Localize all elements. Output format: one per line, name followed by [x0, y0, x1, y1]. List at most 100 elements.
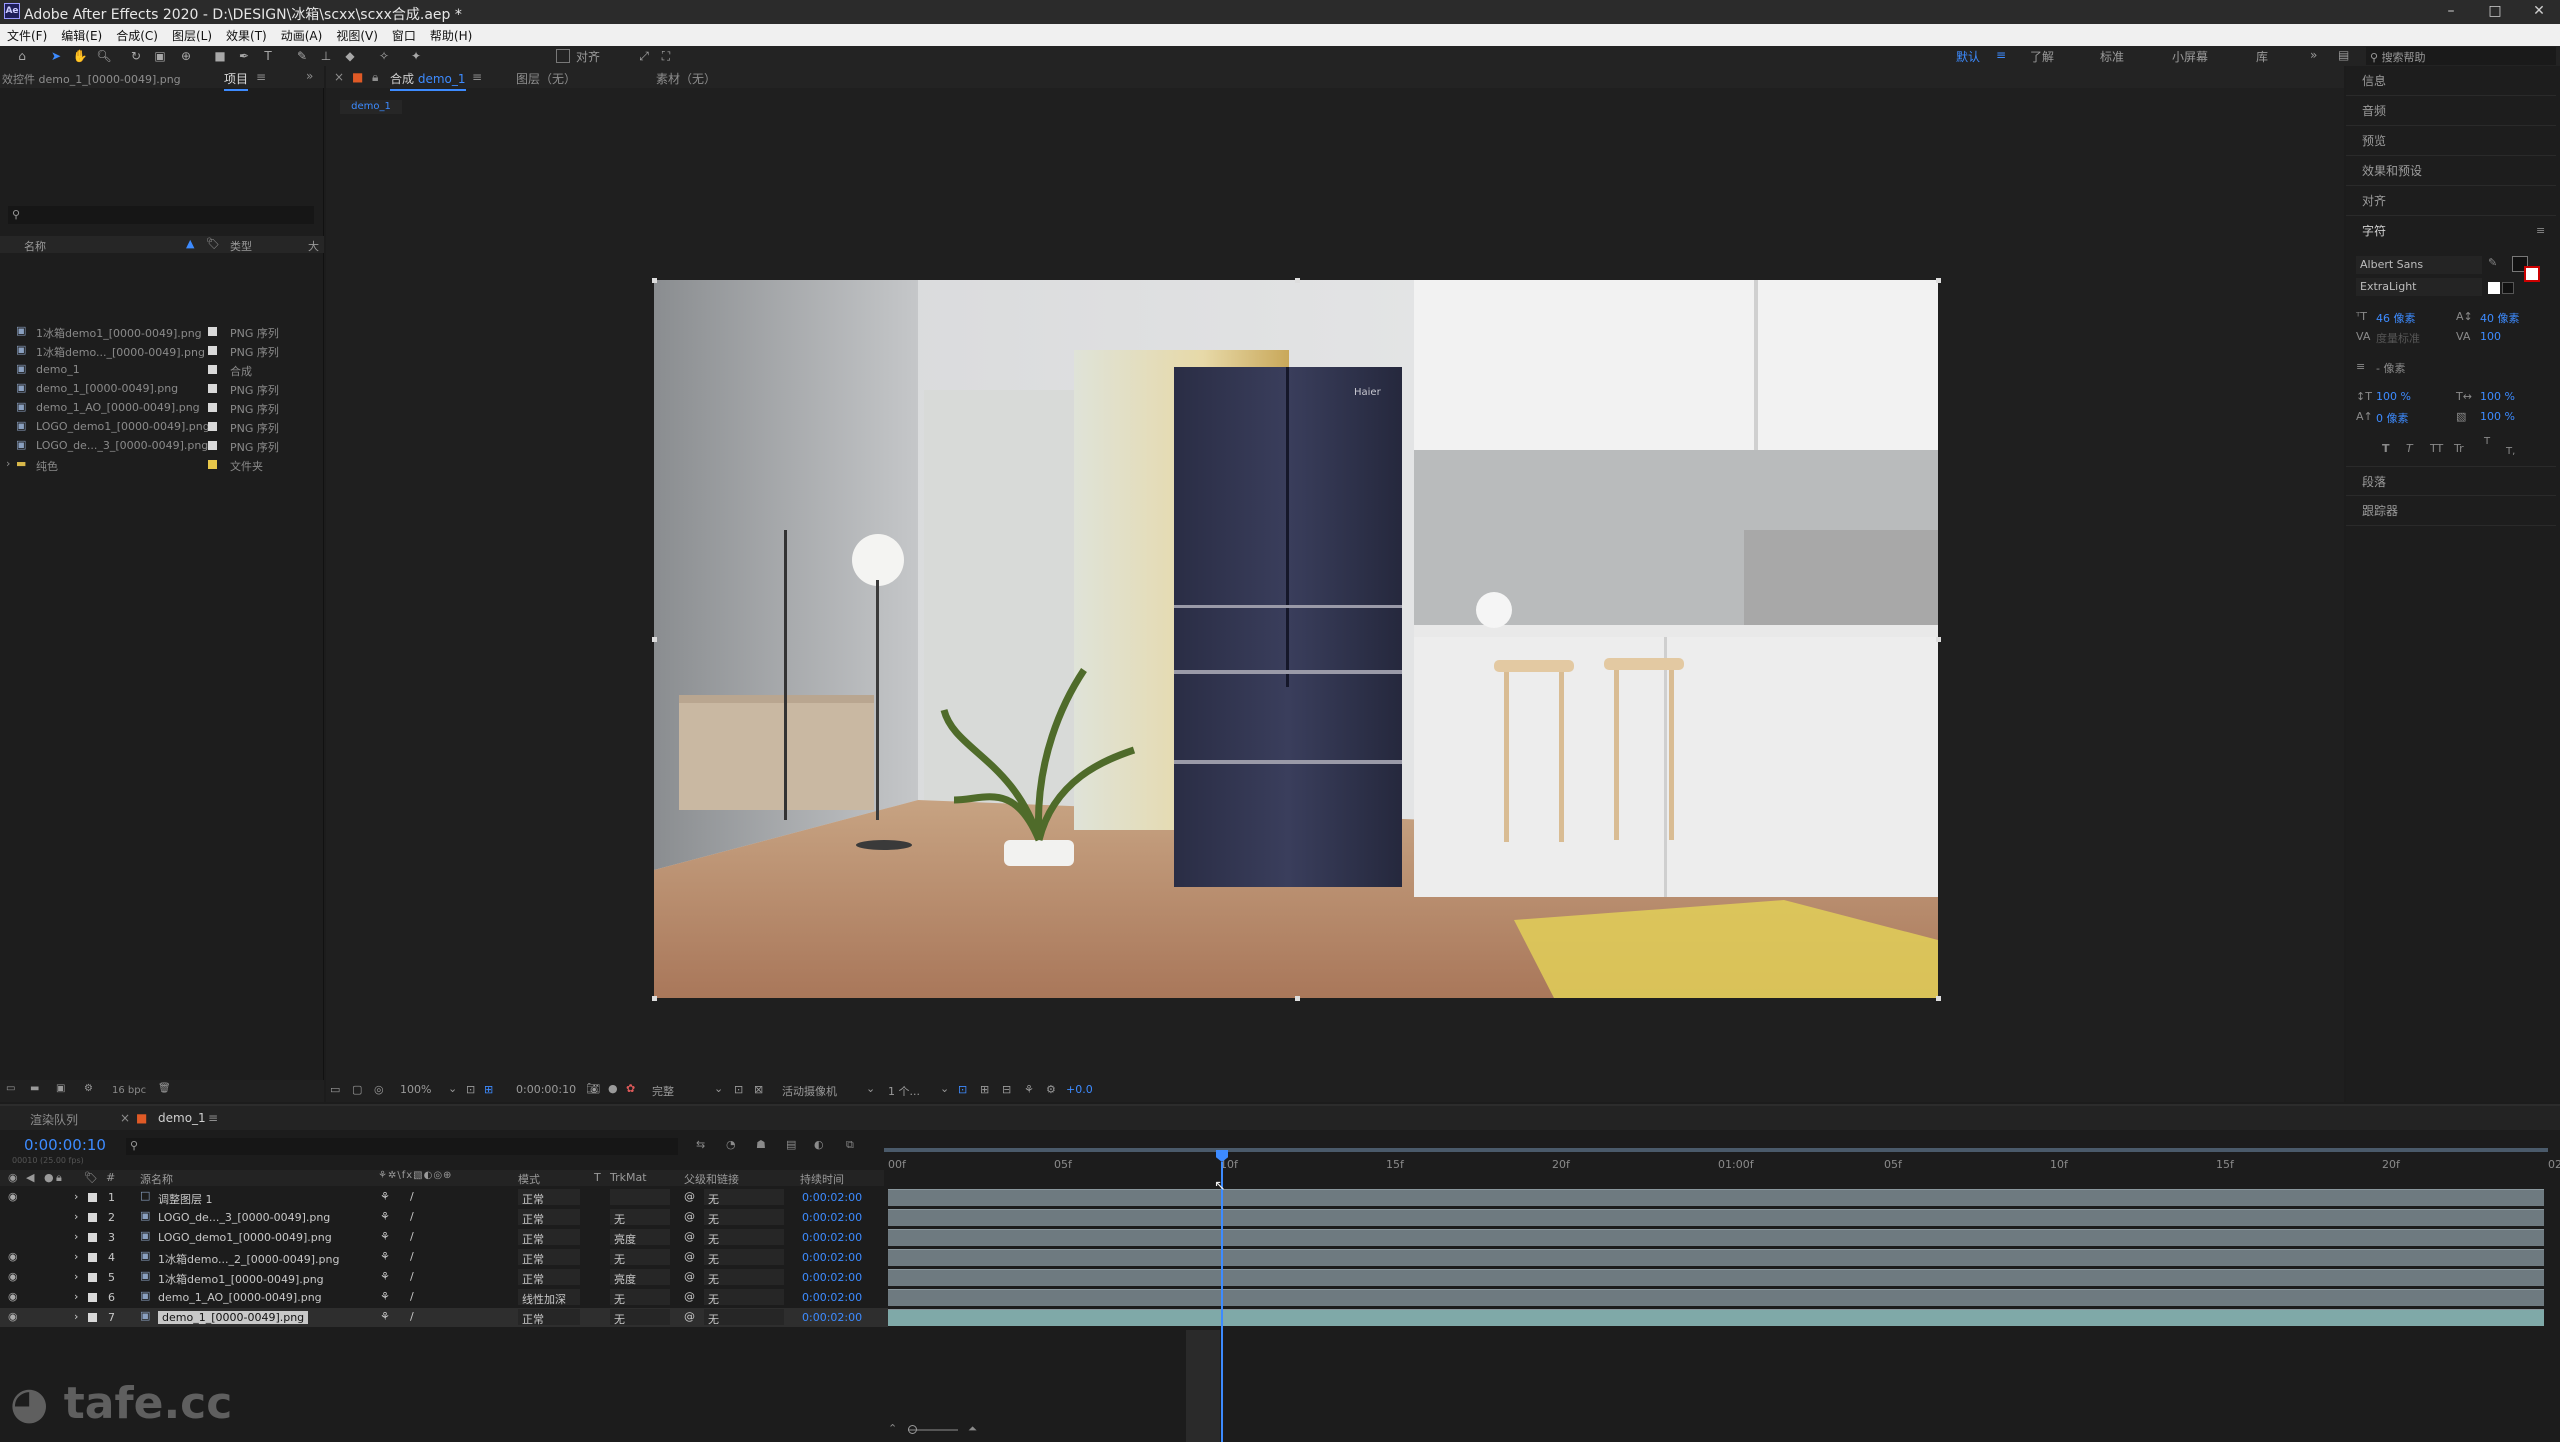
- blend-mode-dropdown[interactable]: 正常: [518, 1309, 580, 1326]
- rectangle-tool-icon[interactable]: ■: [212, 48, 228, 64]
- track-matte-dropdown[interactable]: 亮度: [610, 1229, 670, 1246]
- vertical-scale-value[interactable]: 100 %: [2376, 390, 2411, 403]
- expand-arrow-icon[interactable]: ›: [74, 1310, 78, 1323]
- layer-duration-bar[interactable]: [888, 1289, 2544, 1306]
- motion-blur-icon[interactable]: ◐: [814, 1138, 824, 1151]
- column-mode[interactable]: 模式: [518, 1171, 540, 1187]
- workspace-menu-icon[interactable]: ≡: [1996, 48, 2006, 62]
- project-item[interactable]: ▣ demo_1_AO_[0000-0049].png PNG 序列: [0, 398, 324, 417]
- project-tab[interactable]: 项目: [224, 70, 249, 91]
- channel-icon[interactable]: ✿: [626, 1082, 635, 1095]
- blend-mode-dropdown[interactable]: 正常: [518, 1189, 580, 1206]
- workspace-small-screen[interactable]: 小屏幕: [2172, 48, 2208, 65]
- canvas-handle[interactable]: [652, 996, 657, 1001]
- duration-value[interactable]: 0:00:02:00: [802, 1191, 862, 1204]
- layer-name[interactable]: LOGO_de..._3_[0000-0049].png: [158, 1211, 330, 1224]
- audio-panel-header[interactable]: 音频: [2346, 96, 2556, 126]
- quality-switch-icon[interactable]: /: [410, 1250, 414, 1263]
- layer-search-input[interactable]: ⚲: [126, 1138, 678, 1155]
- subscript-button[interactable]: T,: [2506, 446, 2515, 457]
- layer-name[interactable]: 1冰箱demo1_[0000-0049].png: [158, 1271, 324, 1287]
- column-type[interactable]: 类型: [230, 238, 252, 254]
- label-color-chip[interactable]: [88, 1273, 97, 1282]
- project-item[interactable]: ▣ 1冰箱demo..._[0000-0049].png PNG 序列: [0, 341, 324, 360]
- timeline-layer-row[interactable]: › 3 ▣ LOGO_demo1_[0000-0049].png ⚘ / 正常 亮度 @ 无 0:0…: [0, 1228, 888, 1247]
- parent-dropdown[interactable]: 无: [704, 1249, 784, 1266]
- tracking-value[interactable]: 100: [2480, 330, 2501, 343]
- track-matte-dropdown[interactable]: 无: [610, 1249, 670, 1266]
- track-matte-dropdown[interactable]: 亮度: [610, 1269, 670, 1286]
- tab-demo-1[interactable]: demo_1: [158, 1111, 206, 1125]
- layer-duration-bar[interactable]: [888, 1209, 2544, 1226]
- column-t[interactable]: T: [594, 1171, 601, 1184]
- label-color-chip[interactable]: [208, 403, 217, 412]
- label-color-chip[interactable]: [208, 365, 217, 374]
- timeline-layer-row[interactable]: ◉ › 1 □ 调整图层 1 ⚘ / 正常 @ 无 0:00:02:00: [0, 1188, 888, 1207]
- pick-whip-icon[interactable]: @: [684, 1310, 695, 1323]
- playhead-line[interactable]: [1221, 1162, 1223, 1442]
- quality-switch-icon[interactable]: /: [410, 1270, 414, 1283]
- shy-layers-icon[interactable]: ☗: [756, 1138, 766, 1151]
- duration-value[interactable]: 0:00:02:00: [802, 1271, 862, 1284]
- views-dropdown[interactable]: 1 个...: [888, 1083, 920, 1099]
- pick-whip-icon[interactable]: @: [684, 1290, 695, 1303]
- white-swatch[interactable]: [2488, 282, 2500, 294]
- column-parent[interactable]: 父级和链接: [684, 1171, 739, 1187]
- blend-mode-dropdown[interactable]: 正常: [518, 1269, 580, 1286]
- duration-value[interactable]: 0:00:02:00: [802, 1231, 862, 1244]
- shy-switch-icon[interactable]: ⚘: [380, 1210, 390, 1223]
- snap-options-icon[interactable]: ⛶: [658, 48, 674, 64]
- superscript-button[interactable]: T: [2484, 436, 2490, 447]
- comp-flow-tab[interactable]: demo_1: [340, 100, 402, 114]
- expand-arrow-icon[interactable]: ›: [74, 1250, 78, 1263]
- zoom-out-icon[interactable]: ⌃: [888, 1422, 897, 1435]
- expand-panel-icon[interactable]: »: [306, 69, 313, 83]
- tab-layer[interactable]: 图层（无）: [516, 70, 576, 87]
- layer-duration-bar[interactable]: [888, 1189, 2544, 1206]
- faux-bold-button[interactable]: T: [2382, 442, 2390, 455]
- fit-icon[interactable]: ⊡: [466, 1083, 475, 1096]
- frame-blending-icon[interactable]: ▤: [786, 1138, 796, 1151]
- workspace-learn[interactable]: 了解: [2030, 48, 2054, 65]
- workspace-default[interactable]: 默认: [1956, 48, 1980, 65]
- snap-icon[interactable]: ⤢: [636, 48, 652, 64]
- label-color-chip[interactable]: [88, 1293, 97, 1302]
- project-item[interactable]: ▣ 1冰箱demo1_[0000-0049].png PNG 序列: [0, 322, 324, 341]
- column-duration[interactable]: 持续时间: [800, 1171, 844, 1187]
- time-ruler[interactable]: 00f05f10f15f20f01:00f05f10f15f20f02:0: [884, 1144, 2560, 1184]
- expand-arrow-icon[interactable]: ›: [74, 1230, 78, 1243]
- project-item[interactable]: ▣ LOGO_de..._3_[0000-0049].png PNG 序列: [0, 436, 324, 455]
- menu-edit[interactable]: 编辑(E): [54, 24, 109, 44]
- eye-icon[interactable]: ◉: [8, 1270, 18, 1283]
- align-checkbox[interactable]: [556, 49, 570, 63]
- puppet-tool-icon[interactable]: ✦: [408, 48, 424, 64]
- always-preview-icon[interactable]: ▭: [330, 1083, 340, 1096]
- duration-value[interactable]: 0:00:02:00: [802, 1211, 862, 1224]
- font-style-dropdown[interactable]: ExtraLight: [2356, 278, 2482, 296]
- panel-menu-icon[interactable]: ≡: [256, 70, 266, 84]
- black-swatch[interactable]: [2502, 282, 2514, 294]
- pen-tool-icon[interactable]: ✒: [236, 48, 252, 64]
- bpc-label[interactable]: 16 bpc: [112, 1085, 146, 1096]
- panel-menu-icon[interactable]: ≡: [2536, 224, 2545, 237]
- zoom-slider-knob[interactable]: [908, 1425, 917, 1434]
- quality-switch-icon[interactable]: /: [410, 1190, 414, 1203]
- expand-arrow-icon[interactable]: ›: [6, 457, 10, 470]
- camera-tool-icon[interactable]: ▣: [152, 48, 168, 64]
- mask-visibility-icon[interactable]: ◎: [374, 1083, 384, 1096]
- exposure-value[interactable]: +0.0: [1066, 1083, 1093, 1096]
- character-panel-header[interactable]: 字符: [2346, 216, 2556, 246]
- blend-mode-dropdown[interactable]: 线性加深: [518, 1289, 580, 1306]
- label-color-chip[interactable]: [208, 460, 217, 469]
- brush-tool-icon[interactable]: ✎: [294, 48, 310, 64]
- paragraph-panel-header[interactable]: 段落: [2346, 466, 2556, 496]
- blend-mode-dropdown[interactable]: 正常: [518, 1209, 580, 1226]
- canvas-handle[interactable]: [652, 637, 657, 642]
- label-color-chip[interactable]: [88, 1233, 97, 1242]
- new-comp-icon[interactable]: ▣: [56, 1083, 65, 1094]
- pick-whip-icon[interactable]: @: [684, 1210, 695, 1223]
- parent-dropdown[interactable]: 无: [704, 1209, 784, 1226]
- shy-switch-icon[interactable]: ⚘: [380, 1290, 390, 1303]
- project-item[interactable]: ▣ LOGO_demo1_[0000-0049].png PNG 序列: [0, 417, 324, 436]
- menu-window[interactable]: 窗口: [385, 24, 423, 44]
